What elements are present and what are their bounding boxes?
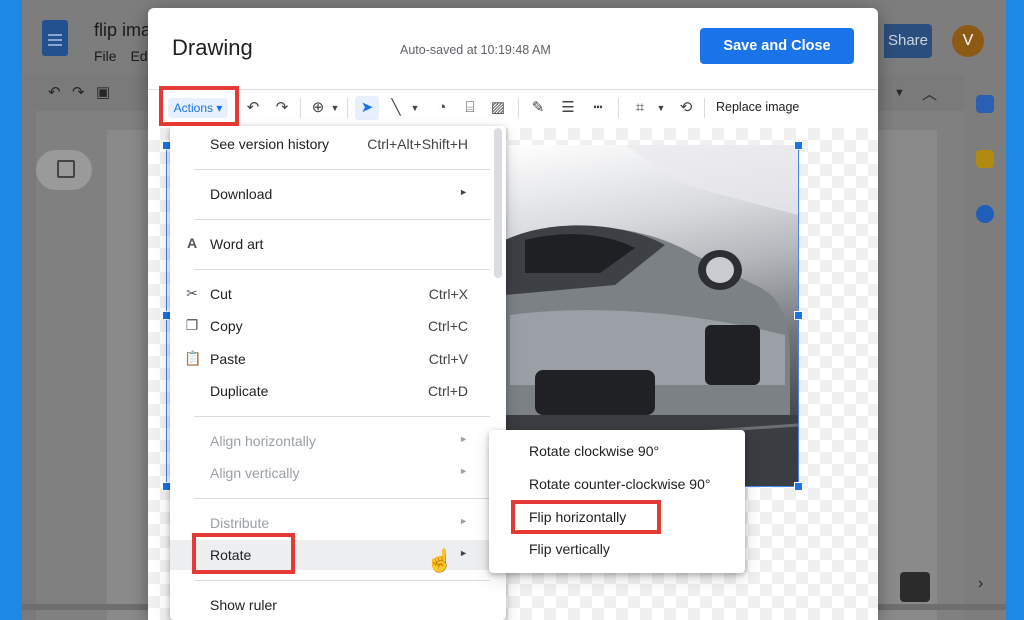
resize-handle-top-right[interactable]: [794, 141, 803, 150]
zoom-icon[interactable]: ⊕: [308, 98, 328, 118]
line-dropdown-icon[interactable]: ▼: [410, 98, 420, 118]
vertical-ruler: [22, 111, 36, 620]
resize-handle-bottom-right[interactable]: [794, 482, 803, 491]
tasks-icon[interactable]: [976, 205, 994, 223]
undo-icon[interactable]: ↶: [243, 98, 263, 118]
highlight-flip-horizontally: [511, 500, 661, 534]
menu-item-paste[interactable]: 📋 Paste Ctrl+V: [170, 344, 500, 374]
share-button[interactable]: Share: [884, 24, 932, 58]
menu-item-align-vertically: Align vertically ►: [210, 465, 468, 481]
submenu-arrow-icon: ►: [459, 434, 468, 444]
menu-file[interactable]: File: [94, 48, 117, 64]
image-icon[interactable]: ▨: [488, 98, 508, 118]
select-arrow-icon: ➤: [360, 99, 374, 116]
pen-icon[interactable]: ✎: [528, 98, 548, 118]
submenu-arrow-icon: ►: [459, 548, 468, 558]
shortcut-text: Ctrl+C: [427, 318, 468, 334]
menu-item-cut[interactable]: ✂ Cut Ctrl+X: [170, 279, 500, 309]
shortcut-text: Ctrl+V: [428, 351, 468, 367]
line-icon[interactable]: ╲: [386, 98, 406, 118]
calendar-icon[interactable]: [976, 95, 994, 113]
toolbar-divider: [618, 98, 619, 118]
submenu-item-rotate-counter-clockwise[interactable]: Rotate counter-clockwise 90°: [489, 469, 745, 499]
menu-item-download[interactable]: Download ►: [170, 179, 500, 209]
menu-divider: [194, 219, 490, 220]
docs-logo-icon: [42, 20, 68, 56]
shortcut-text: Ctrl+D: [427, 383, 468, 399]
menu-divider: [194, 416, 490, 417]
menu-scrollbar[interactable]: [494, 128, 502, 278]
menu-item-copy[interactable]: ❐ Copy Ctrl+C: [170, 311, 500, 341]
submenu-item-rotate-clockwise[interactable]: Rotate clockwise 90°: [489, 436, 745, 466]
submenu-arrow-icon: ►: [459, 516, 468, 526]
keep-icon[interactable]: [976, 150, 994, 168]
crop-icon[interactable]: ⌗: [630, 98, 650, 118]
save-and-close-button[interactable]: Save and Close: [700, 28, 854, 64]
toolbar-divider: [300, 98, 301, 118]
highlight-rotate: [192, 533, 295, 574]
reset-image-icon[interactable]: ⟲: [676, 98, 696, 118]
menu-divider: [194, 169, 490, 170]
outline-icon: [57, 160, 75, 178]
resize-handle-right[interactable]: [794, 311, 803, 320]
undo-icon[interactable]: ↶: [48, 83, 61, 101]
zoom-dropdown-icon[interactable]: ▼: [330, 98, 340, 118]
copy-icon: ❐: [185, 317, 199, 333]
print-icon[interactable]: ▣: [96, 83, 110, 101]
menu-item-align-horizontally: Align horizontally ►: [210, 433, 468, 449]
toolbar-divider: [347, 98, 348, 118]
scissors-icon: ✂: [186, 285, 198, 301]
avatar[interactable]: V: [952, 25, 984, 57]
word-art-icon: A: [186, 235, 198, 251]
shortcut-text: Ctrl+Alt+Shift+H: [367, 136, 468, 152]
menu-divider: [194, 498, 490, 499]
highlight-actions: [159, 86, 239, 126]
redo-icon[interactable]: ↷: [272, 98, 292, 118]
menu-divider: [194, 580, 490, 581]
chevron-down-icon[interactable]: ▼: [894, 87, 905, 99]
submenu-arrow-icon: ►: [459, 466, 468, 476]
crop-dropdown-icon[interactable]: ▼: [656, 98, 666, 118]
text-box-icon[interactable]: ⌸: [460, 98, 480, 118]
hand-cursor-icon: ☝: [426, 548, 454, 573]
submenu-arrow-icon: ►: [459, 187, 468, 197]
shape-icon[interactable]: ◔: [432, 98, 452, 118]
menu-item-word-art[interactable]: A Word art: [170, 229, 500, 259]
line-dash-icon[interactable]: ┅: [588, 98, 608, 118]
toolbar-divider: [704, 98, 705, 118]
menu-item-version-history[interactable]: See version history Ctrl+Alt+Shift+H: [170, 129, 500, 159]
submenu-item-flip-vertically[interactable]: Flip vertically: [489, 534, 745, 564]
menu-item-duplicate[interactable]: Duplicate Ctrl+D: [170, 376, 500, 406]
explore-icon[interactable]: [900, 572, 930, 602]
menu-edit[interactable]: Ed: [130, 48, 147, 64]
autosave-status: Auto-saved at 10:19:48 AM: [400, 43, 551, 57]
chevron-up-icon[interactable]: ︿: [922, 83, 937, 104]
menu-item-show-ruler[interactable]: Show ruler: [170, 590, 500, 620]
line-weight-icon[interactable]: ☰: [558, 98, 578, 118]
expand-panel-icon[interactable]: ›: [978, 575, 983, 593]
toolbar-divider: [518, 98, 519, 118]
dialog-title: Drawing: [172, 35, 253, 60]
redo-icon[interactable]: ↷: [72, 83, 85, 101]
shortcut-text: Ctrl+X: [428, 286, 468, 302]
clipboard-icon: 📋: [184, 350, 202, 366]
doc-title[interactable]: flip ima: [94, 20, 151, 41]
replace-image-button[interactable]: Replace image: [716, 100, 799, 114]
menu-divider: [194, 269, 490, 270]
side-panel: ›: [964, 75, 1006, 620]
